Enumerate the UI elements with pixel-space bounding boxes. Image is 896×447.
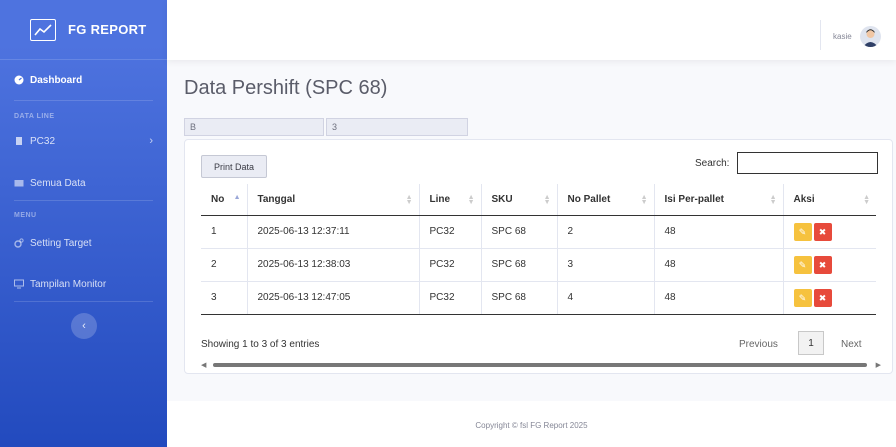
cell-line: PC32: [419, 247, 482, 281]
edit-icon[interactable]: ✎: [793, 288, 812, 307]
cell-no: 3: [201, 280, 248, 315]
cell-sku: SPC 68: [481, 247, 558, 281]
trash-icon[interactable]: ✖: [813, 255, 832, 274]
column-header-tanggal[interactable]: Tanggal ▲ ▼: [247, 184, 420, 216]
user-name[interactable]: kasie: [833, 32, 852, 41]
cell-no: 1: [201, 214, 248, 248]
table-row: 3 2025-06-13 12:47:05 PC32 SPC 68 4 48 ✎…: [201, 280, 876, 315]
column-header-no[interactable]: No ▲: [201, 184, 248, 216]
monitor-icon: [14, 279, 24, 289]
cell-no-pallet: 3: [557, 247, 655, 281]
sidebar-item-dashboard[interactable]: Dashboard: [0, 73, 167, 87]
sidebar-item-setting-target[interactable]: Setting Target: [0, 236, 167, 250]
column-header-sku[interactable]: SKU ▲ ▼: [481, 184, 558, 216]
sidebar-divider: [14, 100, 153, 101]
cell-no-pallet: 2: [557, 214, 655, 248]
sidebar-divider: [14, 301, 153, 302]
cell-aksi: ✎ ✖: [783, 214, 876, 248]
cell-no: 2: [201, 247, 248, 281]
column-header-no-pallet[interactable]: No Pallet ▲ ▼: [557, 184, 655, 216]
cell-no-pallet: 4: [557, 280, 655, 315]
footer: Copyright © fsl FG Report 2025: [167, 401, 896, 447]
brand[interactable]: FG REPORT: [0, 0, 167, 60]
brand-name: FG REPORT: [68, 22, 147, 37]
cell-sku: SPC 68: [481, 214, 558, 248]
chart-line-icon: [30, 18, 56, 41]
print-data-button[interactable]: Print Data: [201, 155, 267, 178]
sidebar-divider: [14, 200, 153, 201]
search-label: Search:: [695, 158, 730, 169]
folder-icon: [14, 178, 24, 188]
cell-isi: 48: [654, 247, 784, 281]
sidebar-heading-data-line: DATA LINE: [14, 113, 55, 120]
table-row: 1 2025-06-13 12:37:11 PC32 SPC 68 2 48 ✎…: [201, 214, 876, 248]
page-title: Data Pershift (SPC 68): [184, 77, 388, 99]
next-button[interactable]: Next: [841, 339, 862, 350]
trash-icon[interactable]: ✖: [813, 222, 832, 241]
sort-icon: ▲ ▼: [769, 194, 777, 206]
search-input[interactable]: [737, 152, 878, 174]
dashboard-icon: [14, 75, 24, 85]
sidebar-item-label: PC32: [30, 135, 56, 147]
cogs-icon: [14, 238, 24, 248]
sidebar-item-label: Dashboard: [30, 74, 83, 86]
sort-icon: ▲ ▼: [467, 194, 475, 206]
sidebar-toggle-button[interactable]: ‹: [71, 313, 97, 339]
cell-isi: 48: [654, 280, 784, 315]
table-row: 2 2025-06-13 12:38:03 PC32 SPC 68 3 48 ✎…: [201, 247, 876, 281]
chevron-left-icon: ‹: [82, 320, 86, 332]
cell-isi: 48: [654, 214, 784, 248]
data-card: Print Data Search: No ▲ Tanggal ▲ ▼ Line ▲ ▼ …: [184, 139, 893, 374]
sidebar: FG REPORT Dashboard DATA LINE PC32 › Sem…: [0, 0, 167, 447]
sort-asc-icon: ▲: [233, 194, 241, 201]
scroll-left-icon[interactable]: ◀: [201, 361, 206, 369]
sidebar-heading-menu: MENU: [14, 212, 37, 219]
table-header-row: No ▲ Tanggal ▲ ▼ Line ▲ ▼ SKU ▲ ▼ No Pallet ▲ ▼ I…: [201, 184, 876, 216]
cell-line: PC32: [419, 214, 482, 248]
shift-field[interactable]: B: [184, 118, 324, 136]
sidebar-item-label: Tampilan Monitor: [30, 278, 107, 290]
scroll-right-icon[interactable]: ▶: [876, 361, 881, 369]
sidebar-item-semua-data[interactable]: Semua Data: [0, 176, 167, 190]
sort-icon: ▲ ▼: [640, 194, 648, 206]
topbar-divider: [820, 20, 821, 50]
cell-tanggal: 2025-06-13 12:47:05: [247, 280, 420, 315]
horizontal-scrollbar[interactable]: ◀ ▶: [201, 361, 881, 369]
edit-icon[interactable]: ✎: [793, 255, 812, 274]
sidebar-item-label: Semua Data: [30, 177, 86, 189]
copyright-text: Copyright © fsl FG Report 2025: [475, 421, 588, 430]
sort-icon: ▲ ▼: [405, 194, 413, 206]
cell-line: PC32: [419, 280, 482, 315]
file-icon: [14, 136, 24, 146]
cell-aksi: ✎ ✖: [783, 280, 876, 315]
column-header-isi-per-pallet[interactable]: Isi Per-pallet ▲ ▼: [654, 184, 784, 216]
sidebar-item-tampilan-monitor[interactable]: Tampilan Monitor: [0, 277, 167, 291]
previous-button[interactable]: Previous: [739, 339, 778, 350]
sort-icon: ▲ ▼: [543, 194, 551, 206]
chevron-right-icon: ›: [149, 135, 153, 147]
cell-aksi: ✎ ✖: [783, 247, 876, 281]
number-field[interactable]: 3: [326, 118, 468, 136]
cell-tanggal: 2025-06-13 12:37:11: [247, 214, 420, 248]
edit-icon[interactable]: ✎: [793, 222, 812, 241]
page-1-button[interactable]: 1: [798, 331, 824, 355]
cell-sku: SPC 68: [481, 280, 558, 315]
sidebar-item-pc32[interactable]: PC32 ›: [0, 134, 167, 148]
avatar[interactable]: [860, 26, 881, 47]
sort-icon: ▲ ▼: [863, 194, 870, 206]
topbar: kasie: [167, 0, 896, 60]
cell-tanggal: 2025-06-13 12:38:03: [247, 247, 420, 281]
sidebar-item-label: Setting Target: [30, 237, 92, 249]
data-table: No ▲ Tanggal ▲ ▼ Line ▲ ▼ SKU ▲ ▼ No Pallet ▲ ▼ I…: [201, 184, 876, 315]
column-header-aksi[interactable]: Aksi ▲ ▼: [783, 184, 876, 216]
column-header-line[interactable]: Line ▲ ▼: [419, 184, 482, 216]
scroll-thumb[interactable]: [213, 363, 867, 367]
trash-icon[interactable]: ✖: [813, 288, 832, 307]
table-info: Showing 1 to 3 of 3 entries: [201, 339, 320, 350]
